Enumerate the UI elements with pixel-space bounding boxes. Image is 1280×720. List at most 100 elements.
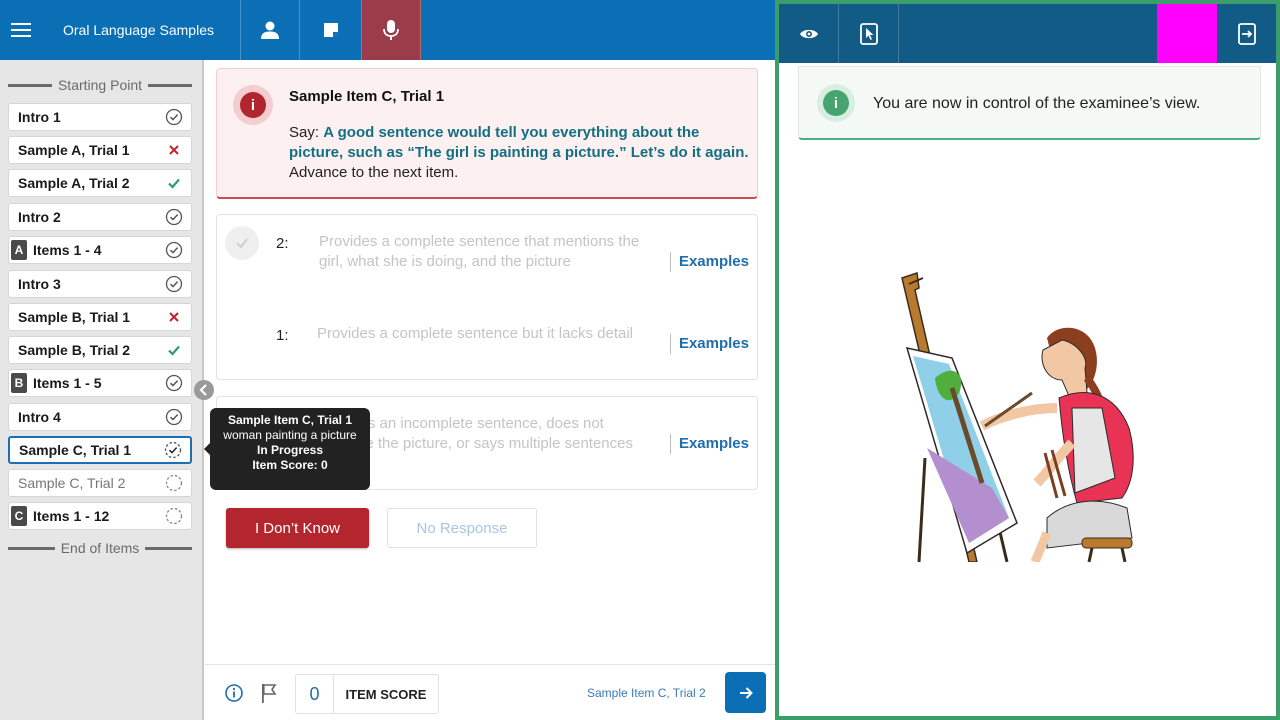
- flag-icon[interactable]: [259, 682, 279, 704]
- starting-point-divider: Starting Point: [8, 77, 192, 93]
- tooltip-status: In Progress: [256, 443, 324, 457]
- info-circle-icon: i: [823, 90, 849, 116]
- notes-button[interactable]: [300, 0, 362, 60]
- progress-circle-icon: [164, 441, 182, 459]
- x-icon: [165, 141, 183, 159]
- examiner-pane: Oral Language Samples Starting Point Int…: [0, 0, 775, 720]
- tooltip-subtitle: woman painting a picture: [223, 428, 357, 442]
- dont-know-button[interactable]: I Don’t Know: [226, 508, 369, 548]
- app-title: Oral Language Samples: [42, 0, 241, 60]
- score-2-description: Provides a complete sentence that mentio…: [319, 233, 640, 270]
- info-alert-icon: i: [240, 92, 266, 118]
- score-0-examples-link[interactable]: Examples: [669, 434, 749, 454]
- app-root: Oral Language Samples Starting Point Int…: [0, 0, 1280, 720]
- item-sidebar: Starting Point Intro 1 Sample A, Trial 1 S…: [0, 60, 204, 720]
- score-1-examples-link[interactable]: Examples: [669, 334, 749, 354]
- exit-view-button[interactable]: [1217, 4, 1276, 63]
- item-score-box: 0 ITEM SCORE: [295, 674, 439, 714]
- section-badge: C: [11, 506, 27, 526]
- item-content: i Sample Item C, Trial 1 Say: A good sen…: [205, 60, 775, 664]
- dashed-circle-icon: [165, 474, 183, 492]
- say-highlight: A good sentence would tell you everythin…: [289, 124, 749, 161]
- check-circle-icon: [165, 108, 183, 126]
- sidebar-item-label: Sample C, Trial 2: [18, 475, 126, 491]
- menu-icon[interactable]: [0, 0, 42, 60]
- microphone-icon: [383, 20, 399, 40]
- no-response-button[interactable]: No Response: [387, 508, 537, 548]
- score-1-description: Provides a complete sentence but it lack…: [317, 325, 634, 342]
- sidebar-item[interactable]: Sample C, Trial 1: [8, 436, 192, 464]
- alert-icon-wrap: i: [233, 85, 273, 125]
- section-badge: B: [11, 373, 27, 393]
- sidebar-item-label: Sample A, Trial 2: [18, 175, 130, 191]
- highlight-block: [1157, 4, 1217, 63]
- sidebar-item[interactable]: Sample B, Trial 1: [8, 303, 192, 331]
- sidebar-item[interactable]: Sample A, Trial 1: [8, 136, 192, 164]
- examinee-info-button[interactable]: [241, 0, 300, 60]
- item-tooltip: Sample Item C, Trial 1 woman painting a …: [204, 408, 370, 490]
- end-of-items-label: End of Items: [60, 540, 140, 556]
- say-suffix: Advance to the next item.: [289, 164, 459, 181]
- sidebar-item-label: Items 1 - 4: [33, 242, 102, 258]
- tablet-control-button[interactable]: [839, 4, 899, 63]
- check-icon: [165, 174, 183, 192]
- alert-title: Sample Item C, Trial 1: [289, 88, 445, 105]
- next-item-button[interactable]: [725, 672, 766, 713]
- exit-icon: [1237, 22, 1256, 45]
- sidebar-item[interactable]: Sample A, Trial 2: [8, 169, 192, 197]
- sidebar-item[interactable]: Intro 2: [8, 203, 192, 231]
- check-circle-icon: [165, 208, 183, 226]
- sidebar-item-label: Sample C, Trial 1: [19, 442, 132, 458]
- end-of-items-divider: End of Items: [8, 540, 192, 556]
- score-2-select[interactable]: [225, 226, 259, 260]
- view-button[interactable]: [779, 4, 839, 63]
- tooltip-score: Item Score: 0: [252, 458, 328, 472]
- item-score-value: 0: [296, 675, 334, 713]
- sidebar-item[interactable]: C Items 1 - 12: [8, 502, 192, 530]
- record-button[interactable]: [362, 0, 421, 60]
- sidebar-item[interactable]: Intro 1: [8, 103, 192, 131]
- examinee-pane: i You are now in control of the examinee…: [775, 0, 1280, 720]
- top-toolbar: Oral Language Samples: [0, 0, 775, 60]
- sidebar-item-label: Items 1 - 12: [33, 508, 110, 524]
- check-circle-icon: [165, 408, 183, 426]
- sidebar-item-label: Intro 3: [18, 276, 61, 292]
- sidebar-item[interactable]: A Items 1 - 4: [8, 236, 192, 264]
- sidebar-item-label: Intro 1: [18, 109, 61, 125]
- score-2-number: 2:: [276, 235, 289, 252]
- sidebar-item[interactable]: Sample B, Trial 2: [8, 336, 192, 364]
- notice-icon-wrap: i: [817, 84, 855, 122]
- tooltip-title: Sample Item C, Trial 1: [227, 413, 353, 427]
- score-2-examples-link[interactable]: Examples: [669, 252, 749, 272]
- dashed-circle-icon: [165, 507, 183, 525]
- woman-painting-picture: [901, 272, 1134, 562]
- control-notice: i You are now in control of the examinee…: [798, 66, 1261, 140]
- check-circle-icon: [165, 241, 183, 259]
- tablet-pointer-icon: [859, 22, 878, 45]
- item-score-label: ITEM SCORE: [345, 686, 427, 702]
- footer-bar: 0 ITEM SCORE Sample Item C, Trial 2: [205, 664, 775, 720]
- x-icon: [165, 308, 183, 326]
- check-circle-icon: [165, 374, 183, 392]
- score-options-card: 2: Provides a complete sentence that men…: [216, 214, 758, 380]
- sidebar-item[interactable]: B Items 1 - 5: [8, 369, 192, 397]
- sidebar-item[interactable]: Intro 3: [8, 270, 192, 298]
- info-icon[interactable]: [224, 683, 244, 703]
- eye-icon: [799, 29, 818, 38]
- check-icon: [165, 341, 183, 359]
- alert-body: Say: A good sentence would tell you ever…: [289, 123, 749, 183]
- instruction-alert: i Sample Item C, Trial 1 Say: A good sen…: [216, 68, 758, 199]
- sidebar-item[interactable]: Sample C, Trial 2: [8, 469, 192, 497]
- starting-point-label: Starting Point: [57, 77, 143, 93]
- control-notice-text: You are now in control of the examinee’s…: [873, 95, 1201, 112]
- sidebar-item[interactable]: Intro 4: [8, 403, 192, 431]
- sidebar-item-label: Sample B, Trial 2: [18, 342, 131, 358]
- sidebar-item-label: Items 1 - 5: [33, 375, 102, 391]
- check-circle-icon: [165, 275, 183, 293]
- sidebar-item-label: Sample B, Trial 1: [18, 309, 131, 325]
- next-item-label: Sample Item C, Trial 2: [587, 686, 706, 700]
- sidebar-item-label: Sample A, Trial 1: [18, 142, 130, 158]
- section-badge: A: [11, 240, 27, 260]
- check-icon: [236, 238, 248, 249]
- sidebar-item-label: Intro 4: [18, 409, 61, 425]
